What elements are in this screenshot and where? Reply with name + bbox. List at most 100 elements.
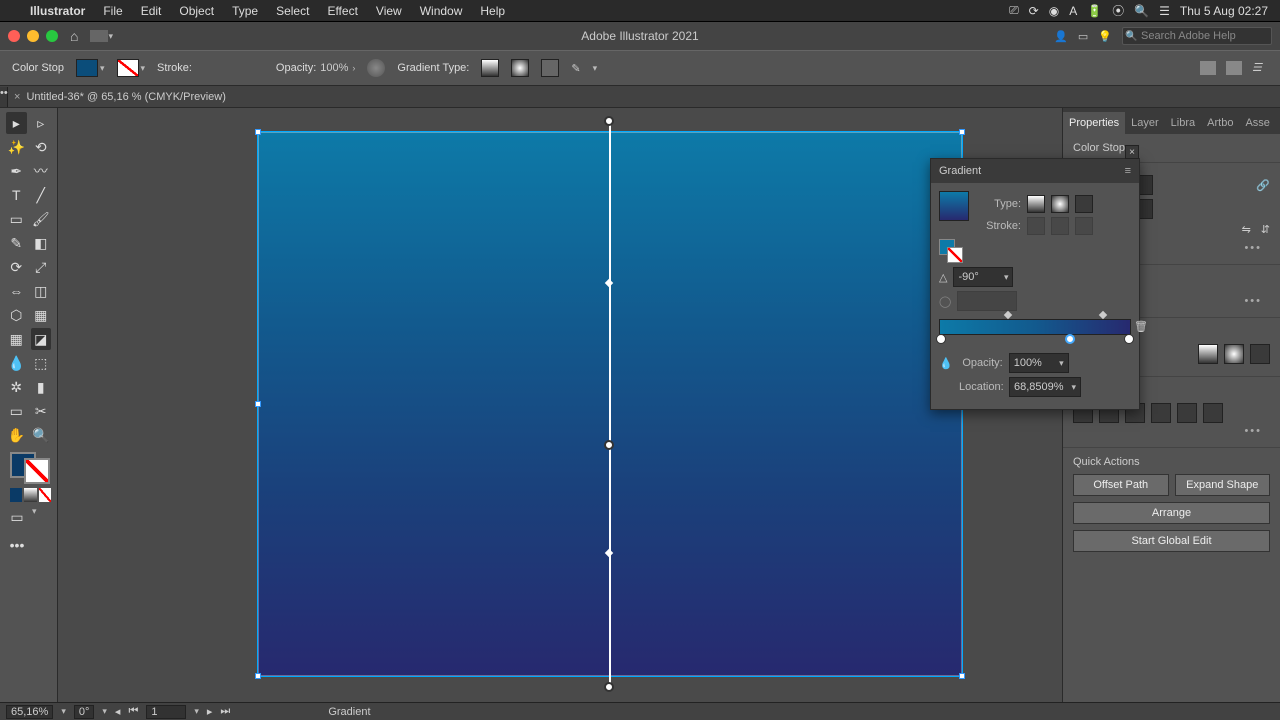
stroke-grad-1[interactable]: [1027, 217, 1045, 235]
stroke-grad-3[interactable]: [1075, 217, 1093, 235]
linear-gradient-icon[interactable]: [1198, 344, 1218, 364]
artboard-prev-icon[interactable]: ◂: [115, 705, 121, 718]
shape-builder-tool[interactable]: ⬡: [6, 304, 27, 326]
hand-tool[interactable]: ✋: [6, 424, 27, 446]
rotate-field[interactable]: 0°: [74, 705, 95, 719]
gradient-midpoint[interactable]: [605, 549, 613, 557]
artboard-tool[interactable]: ▭: [6, 400, 27, 422]
curvature-tool[interactable]: 〰: [31, 160, 52, 182]
start-global-edit-button[interactable]: Start Global Edit: [1073, 530, 1270, 552]
align-options-icon[interactable]: [1226, 61, 1242, 75]
gpu-icon[interactable]: 💡: [1098, 30, 1112, 43]
artboard-first-icon[interactable]: ⏮: [128, 705, 138, 718]
color-mode-solid[interactable]: [10, 488, 22, 502]
menu-edit[interactable]: Edit: [141, 4, 162, 18]
slice-tool[interactable]: ✂: [31, 400, 52, 422]
artboard-next-icon[interactable]: ▸: [207, 705, 213, 718]
stop-swatch[interactable]: [117, 59, 139, 77]
stroke-grad-2[interactable]: [1051, 217, 1069, 235]
gradient-panel-menu-icon[interactable]: ≡: [1125, 165, 1131, 177]
stop-opacity-input[interactable]: 100%▾: [1009, 353, 1069, 373]
flip-v-icon[interactable]: ⇵: [1261, 223, 1270, 236]
menu-window[interactable]: Window: [420, 4, 463, 18]
stroke-color[interactable]: [24, 458, 50, 484]
radial-gradient-icon[interactable]: [1224, 344, 1244, 364]
scale-tool[interactable]: ⤢: [31, 256, 52, 278]
canvas[interactable]: [58, 108, 1062, 702]
color-mode-none[interactable]: [39, 488, 51, 502]
radial-type-button[interactable]: [1051, 195, 1069, 213]
record-icon[interactable]: ◉: [1049, 4, 1059, 18]
gradient-edit-icon[interactable]: ✎: [571, 62, 580, 75]
gradient-tool[interactable]: ◪: [31, 328, 52, 350]
gradient-slider[interactable]: 🗑: [939, 319, 1131, 335]
window-close-button[interactable]: [8, 30, 20, 42]
menu-help[interactable]: Help: [480, 4, 505, 18]
menu-effect[interactable]: Effect: [327, 4, 357, 18]
eraser-tool[interactable]: ◧: [31, 232, 52, 254]
opacity-chevron-icon[interactable]: ›: [352, 63, 355, 73]
freeform-gradient-icon[interactable]: [1250, 344, 1270, 364]
gradient-midpoint-slider[interactable]: [1098, 311, 1106, 319]
gradient-annotator[interactable]: [609, 122, 611, 686]
gradient-linear-button[interactable]: [481, 59, 499, 77]
gradient-stop[interactable]: [1124, 334, 1134, 344]
type-tool[interactable]: T: [6, 184, 27, 206]
gradient-endpoint[interactable]: [604, 116, 614, 126]
menu-select[interactable]: Select: [276, 4, 309, 18]
fill-stroke-box[interactable]: [10, 452, 50, 484]
gradient-midpoint[interactable]: [605, 279, 613, 287]
control-center-icon[interactable]: ☰: [1159, 4, 1170, 18]
zoom-tool[interactable]: 🔍: [31, 424, 52, 446]
artboard-last-icon[interactable]: ⏭: [220, 705, 230, 718]
direct-selection-tool[interactable]: ▹: [31, 112, 52, 134]
selection-handle[interactable]: [255, 673, 261, 679]
panel-drag-handle[interactable]: ••: [0, 87, 8, 107]
zoom-field[interactable]: 65,16%: [6, 705, 53, 719]
fill-chevron-icon[interactable]: ▾: [100, 63, 105, 74]
screen-mode-button[interactable]: ▭: [6, 506, 28, 528]
keyboard-icon[interactable]: A: [1069, 4, 1077, 18]
freeform-type-button[interactable]: [1075, 195, 1093, 213]
linear-type-button[interactable]: [1027, 195, 1045, 213]
tab-artboards[interactable]: Artbo: [1201, 112, 1239, 134]
color-mode-gradient[interactable]: [24, 488, 36, 502]
arrange-button[interactable]: Arrange: [1073, 502, 1270, 524]
edit-toolbar-button[interactable]: •••: [6, 534, 28, 556]
tab-libraries[interactable]: Libra: [1165, 112, 1201, 134]
tab-assets[interactable]: Asse: [1239, 112, 1275, 134]
free-transform-tool[interactable]: ◫: [31, 280, 52, 302]
artboard-number-field[interactable]: 1: [146, 705, 186, 719]
gradient-stop[interactable]: [936, 334, 946, 344]
width-tool[interactable]: ⇔: [6, 280, 27, 302]
align-bottom-icon[interactable]: [1203, 403, 1223, 423]
window-minimize-button[interactable]: [27, 30, 39, 42]
gradient-radial-button[interactable]: [511, 59, 529, 77]
stop-eyedropper-icon[interactable]: 💧: [939, 357, 953, 370]
link-wh-icon[interactable]: 🔗: [1256, 179, 1270, 192]
artboard[interactable]: [258, 132, 962, 676]
search-help-input[interactable]: Search Adobe Help: [1122, 27, 1272, 45]
pen-tool[interactable]: ✒: [6, 160, 27, 182]
gradient-endpoint[interactable]: [604, 682, 614, 692]
gradient-panel[interactable]: × Gradient ≡ Type: Stroke: △ -90°▾ ◯ 🗑: [930, 158, 1140, 410]
rectangle-tool[interactable]: ▭: [6, 208, 27, 230]
shaper-tool[interactable]: ✎: [6, 232, 27, 254]
selection-handle[interactable]: [959, 129, 965, 135]
offset-path-button[interactable]: Offset Path: [1073, 474, 1169, 496]
home-button[interactable]: ⌂: [70, 28, 78, 44]
gradient-panel-header[interactable]: × Gradient ≡: [931, 159, 1139, 183]
recolor-icon[interactable]: [367, 59, 385, 77]
stop-location-input[interactable]: 68,8509%▾: [1009, 377, 1081, 397]
eyedropper-tool[interactable]: 💧: [6, 352, 27, 374]
document-tab[interactable]: × Untitled-36* @ 65,16 % (CMYK/Preview): [6, 91, 234, 103]
graph-tool[interactable]: ▮: [31, 376, 52, 398]
align-vcenter-icon[interactable]: [1177, 403, 1197, 423]
gradient-stop-handle[interactable]: [604, 440, 614, 450]
stop-chevron-icon[interactable]: ▾: [141, 63, 146, 74]
menu-file[interactable]: File: [103, 4, 122, 18]
selection-handle[interactable]: [959, 673, 965, 679]
close-tab-icon[interactable]: ×: [14, 91, 20, 103]
gradient-panel-close-icon[interactable]: ×: [1125, 145, 1139, 159]
menu-type[interactable]: Type: [232, 4, 258, 18]
